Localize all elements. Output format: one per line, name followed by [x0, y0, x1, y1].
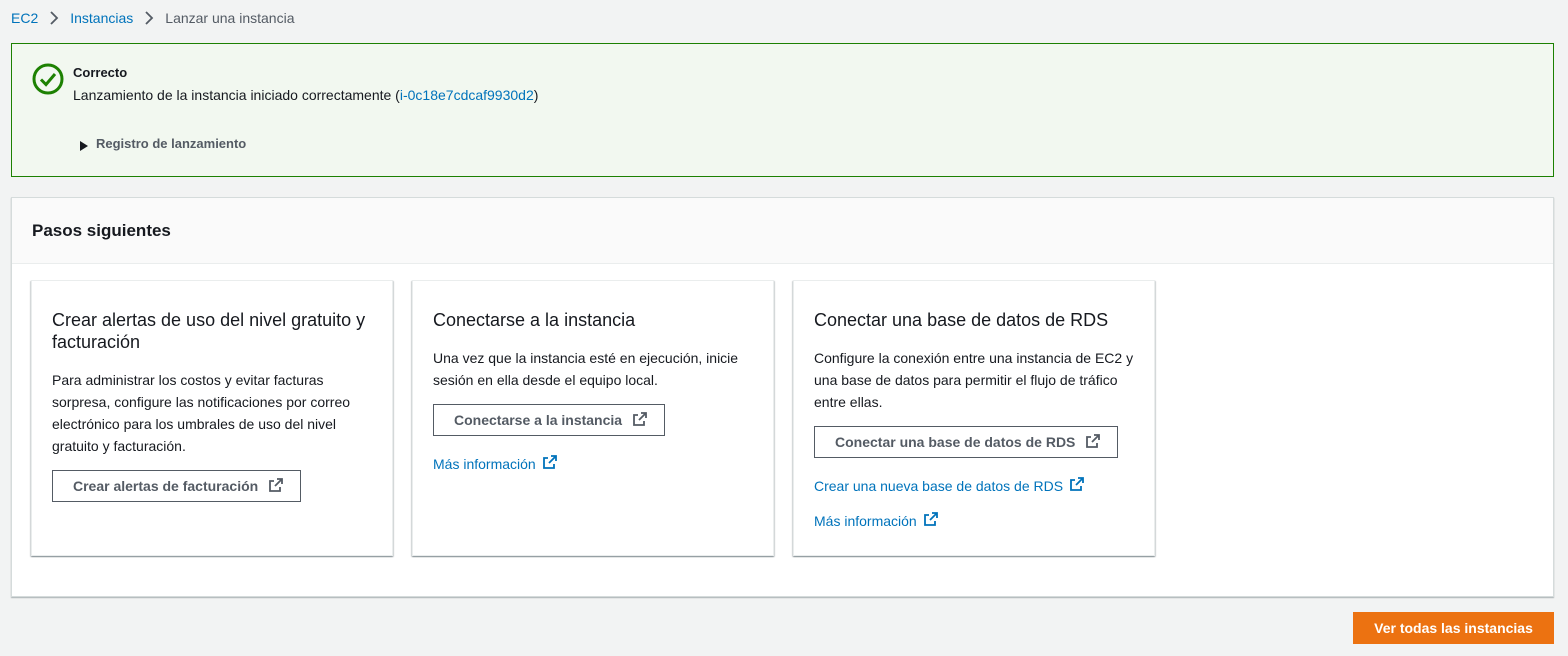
- card-title: Conectar una base de datos de RDS: [814, 310, 1109, 330]
- button-label: Crear alertas de facturación: [73, 478, 259, 494]
- flash-message-suffix: ): [533, 87, 539, 103]
- card-connect-instance: Conectarse a la instancia Una vez que la…: [412, 280, 774, 556]
- external-link-icon: [632, 411, 648, 430]
- create-billing-alerts-button[interactable]: Crear alertas de facturación: [52, 470, 302, 502]
- chevron-right-icon: [38, 11, 70, 25]
- flash-message: Lanzamiento de la instancia iniciado cor…: [73, 87, 538, 103]
- card-title: Crear alertas de uso del nivel gratuito …: [52, 310, 366, 352]
- card-title: Conectarse a la instancia: [433, 310, 636, 330]
- link-row: Más información: [433, 454, 753, 473]
- launch-log-label: Registro de lanzamiento: [96, 136, 247, 151]
- learn-more-link[interactable]: Más información: [814, 511, 939, 530]
- card-description: Configure la conexión entre una instanci…: [814, 350, 1134, 410]
- learn-more-link[interactable]: Más información: [433, 454, 558, 473]
- connect-rds-button[interactable]: Conectar una base de datos de RDS: [814, 426, 1119, 458]
- card-description: Para administrar los costos y evitar fac…: [52, 372, 351, 454]
- breadcrumb-instancias[interactable]: Instancias: [70, 10, 133, 26]
- success-flash: Correcto Lanzamiento de la instancia ini…: [11, 43, 1554, 177]
- external-link-icon: [1085, 433, 1101, 452]
- card-connect-rds: Conectar una base de datos de RDS Config…: [793, 280, 1155, 556]
- link-label: Más información: [433, 455, 536, 472]
- launch-log-toggle[interactable]: Registro de lanzamiento: [79, 136, 246, 151]
- card-description: Una vez que la instancia esté en ejecuci…: [433, 350, 739, 388]
- chevron-right-icon: [133, 11, 165, 25]
- panel-header: Pasos siguientes: [12, 198, 1553, 264]
- flash-message-prefix: Lanzamiento de la instancia iniciado cor…: [73, 87, 400, 103]
- view-all-instances-button[interactable]: Ver todas las instancias: [1353, 612, 1554, 644]
- external-link-icon: [268, 477, 284, 496]
- link-row: Más información: [814, 511, 1134, 530]
- button-label: Conectarse a la instancia: [454, 412, 623, 428]
- next-steps-panel: Pasos siguientes Crear alertas de uso de…: [11, 197, 1554, 597]
- breadcrumb-current: Lanzar una instancia: [165, 10, 295, 26]
- external-link-icon: [542, 454, 558, 473]
- instance-id-link[interactable]: i-0c18e7cdcaf9930d2: [400, 87, 534, 103]
- create-rds-link[interactable]: Crear una nueva base de datos de RDS: [814, 476, 1085, 495]
- link-row: Crear una nueva base de datos de RDS: [814, 476, 1134, 495]
- link-label: Crear una nueva base de datos de RDS: [814, 477, 1064, 494]
- external-link-icon: [923, 511, 939, 530]
- flash-title: Correcto: [73, 65, 128, 80]
- card-billing-alerts: Crear alertas de uso del nivel gratuito …: [31, 280, 393, 556]
- connect-instance-button[interactable]: Conectarse a la instancia: [433, 404, 666, 436]
- breadcrumb: EC2 Instancias Lanzar una instancia: [11, 9, 294, 27]
- caret-right-icon: [79, 139, 89, 151]
- check-circle-icon: [32, 63, 64, 95]
- panel-title: Pasos siguientes: [32, 220, 171, 240]
- breadcrumb-ec2[interactable]: EC2: [11, 10, 38, 26]
- button-label: Conectar una base de datos de RDS: [835, 434, 1076, 450]
- link-label: Más información: [814, 512, 917, 529]
- external-link-icon: [1069, 476, 1085, 495]
